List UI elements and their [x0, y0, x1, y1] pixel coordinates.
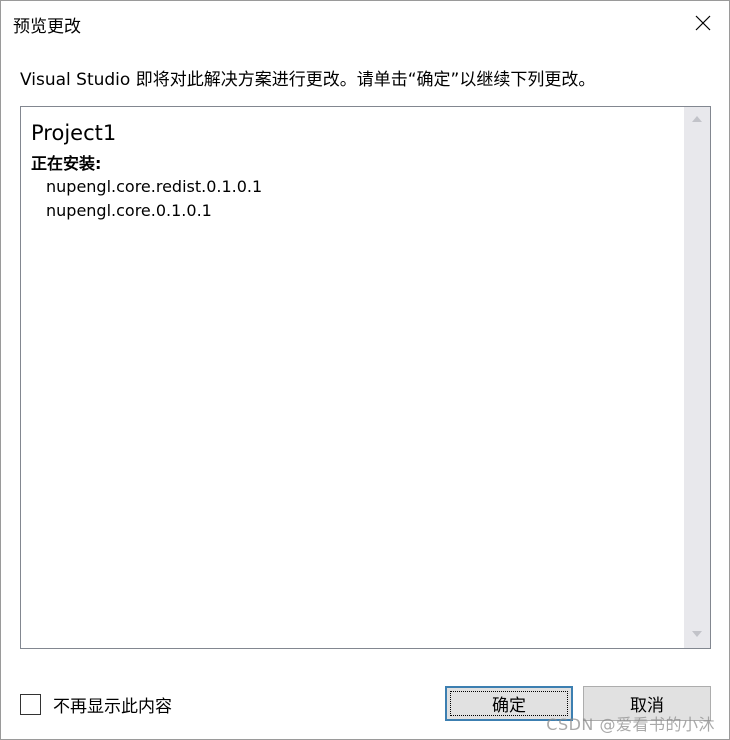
close-icon: [695, 15, 711, 31]
changes-list-box[interactable]: Project1 正在安装: nupengl.core.redist.0.1.0…: [20, 106, 711, 649]
checkbox-box[interactable]: [20, 694, 41, 715]
watermark: CSDN @爱看书的小沐: [546, 715, 715, 734]
close-button[interactable]: [687, 7, 719, 39]
window-title: 预览更改: [13, 17, 81, 37]
package-list: nupengl.core.redist.0.1.0.1 nupengl.core…: [31, 175, 671, 223]
checkbox-label: 不再显示此内容: [53, 697, 172, 717]
preview-changes-dialog: 预览更改 Visual Studio 即将对此解决方案进行更改。请单击“确定”以…: [0, 0, 730, 740]
project-name: Project1: [31, 121, 117, 145]
scroll-up-button[interactable]: [684, 107, 710, 133]
installing-heading: 正在安装:: [31, 154, 102, 173]
dont-show-again-checkbox[interactable]: 不再显示此内容: [20, 692, 172, 717]
package-item: nupengl.core.0.1.0.1: [46, 201, 212, 220]
chevron-down-icon: [692, 631, 702, 637]
title-bar: 预览更改: [1, 1, 729, 45]
package-item: nupengl.core.redist.0.1.0.1: [46, 177, 263, 196]
vertical-scrollbar[interactable]: [684, 107, 710, 648]
scroll-down-button[interactable]: [684, 622, 710, 648]
changes-content: Project1 正在安装: nupengl.core.redist.0.1.0…: [31, 119, 671, 223]
instruction-text: Visual Studio 即将对此解决方案进行更改。请单击“确定”以继续下列更…: [20, 70, 596, 90]
chevron-up-icon: [692, 116, 702, 122]
